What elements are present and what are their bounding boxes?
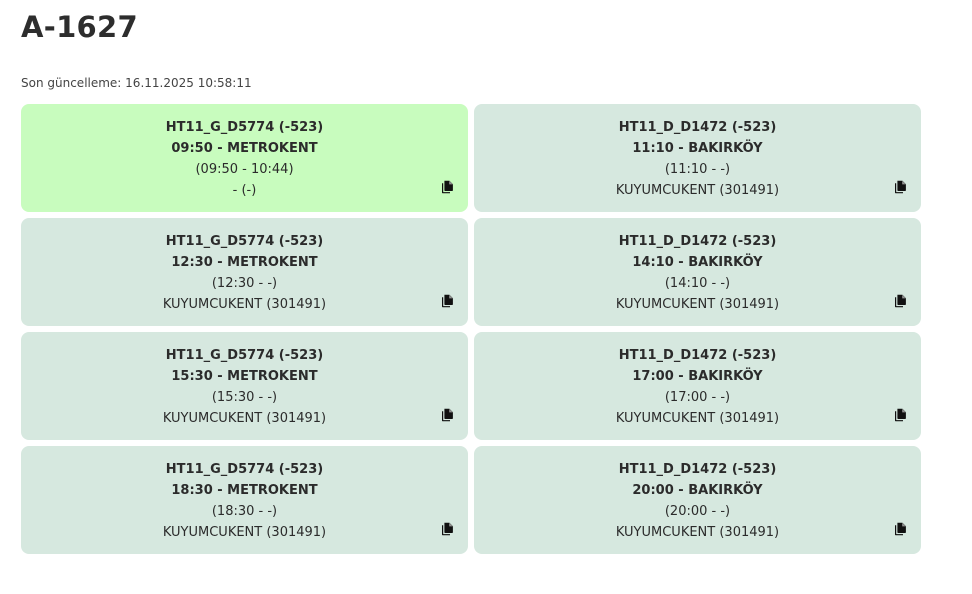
trip-time-range: (17:00 - -) — [664, 390, 731, 405]
trip-stop: KUYUMCUKENT (301491) — [162, 411, 327, 426]
trip-code: HT11_D_D1472 (-523) — [618, 120, 777, 135]
copy-icon[interactable] — [441, 294, 454, 308]
trip-card[interactable]: HT11_G_D5774 (-523) 12:30 - METROKENT (1… — [21, 218, 468, 326]
copy-icon[interactable] — [894, 180, 907, 194]
trip-time-range: (14:10 - -) — [664, 276, 731, 291]
last-update-text: Son güncelleme: 16.11.2025 10:58:11 — [21, 76, 252, 90]
trip-time-range: (18:30 - -) — [211, 504, 278, 519]
copy-icon[interactable] — [894, 522, 907, 536]
trip-code: HT11_D_D1472 (-523) — [618, 462, 777, 477]
trip-card[interactable]: HT11_D_D1472 (-523) 14:10 - BAKIRKÖY (14… — [474, 218, 921, 326]
trip-stop: KUYUMCUKENT (301491) — [615, 525, 780, 540]
trip-stop: KUYUMCUKENT (301491) — [615, 411, 780, 426]
trip-card[interactable]: HT11_D_D1472 (-523) 20:00 - BAKIRKÖY (20… — [474, 446, 921, 554]
trip-card[interactable]: HT11_G_D5774 (-523) 09:50 - METROKENT (0… — [21, 104, 468, 212]
trip-departure: 17:00 - BAKIRKÖY — [632, 369, 763, 384]
copy-icon[interactable] — [894, 294, 907, 308]
trip-code: HT11_G_D5774 (-523) — [165, 348, 324, 363]
trip-code: HT11_G_D5774 (-523) — [165, 120, 324, 135]
trip-stop: KUYUMCUKENT (301491) — [162, 525, 327, 540]
trip-time-range: (15:30 - -) — [211, 390, 278, 405]
trip-departure: 09:50 - METROKENT — [171, 141, 318, 156]
trip-code: HT11_D_D1472 (-523) — [618, 348, 777, 363]
trip-departure: 14:10 - BAKIRKÖY — [632, 255, 763, 270]
trip-time-range: (09:50 - 10:44) — [195, 162, 294, 177]
trip-stop: - (-) — [232, 183, 257, 198]
trip-code: HT11_G_D5774 (-523) — [165, 234, 324, 249]
page-title: A-1627 — [21, 10, 138, 44]
trip-time-range: (11:10 - -) — [664, 162, 731, 177]
trip-code: HT11_G_D5774 (-523) — [165, 462, 324, 477]
trip-departure: 12:30 - METROKENT — [171, 255, 318, 270]
copy-icon[interactable] — [441, 522, 454, 536]
trip-code: HT11_D_D1472 (-523) — [618, 234, 777, 249]
trip-departure: 15:30 - METROKENT — [171, 369, 318, 384]
trip-card[interactable]: HT11_D_D1472 (-523) 17:00 - BAKIRKÖY (17… — [474, 332, 921, 440]
trip-time-range: (20:00 - -) — [664, 504, 731, 519]
trip-card[interactable]: HT11_G_D5774 (-523) 15:30 - METROKENT (1… — [21, 332, 468, 440]
trip-card[interactable]: HT11_D_D1472 (-523) 11:10 - BAKIRKÖY (11… — [474, 104, 921, 212]
trip-card[interactable]: HT11_G_D5774 (-523) 18:30 - METROKENT (1… — [21, 446, 468, 554]
trip-stop: KUYUMCUKENT (301491) — [615, 297, 780, 312]
copy-icon[interactable] — [441, 180, 454, 194]
trip-departure: 11:10 - BAKIRKÖY — [632, 141, 763, 156]
trip-departure: 18:30 - METROKENT — [171, 483, 318, 498]
trip-stop: KUYUMCUKENT (301491) — [615, 183, 780, 198]
copy-icon[interactable] — [894, 408, 907, 422]
trip-card-grid: HT11_G_D5774 (-523) 09:50 - METROKENT (0… — [21, 104, 921, 554]
trip-stop: KUYUMCUKENT (301491) — [162, 297, 327, 312]
trip-time-range: (12:30 - -) — [211, 276, 278, 291]
copy-icon[interactable] — [441, 408, 454, 422]
trip-departure: 20:00 - BAKIRKÖY — [632, 483, 763, 498]
